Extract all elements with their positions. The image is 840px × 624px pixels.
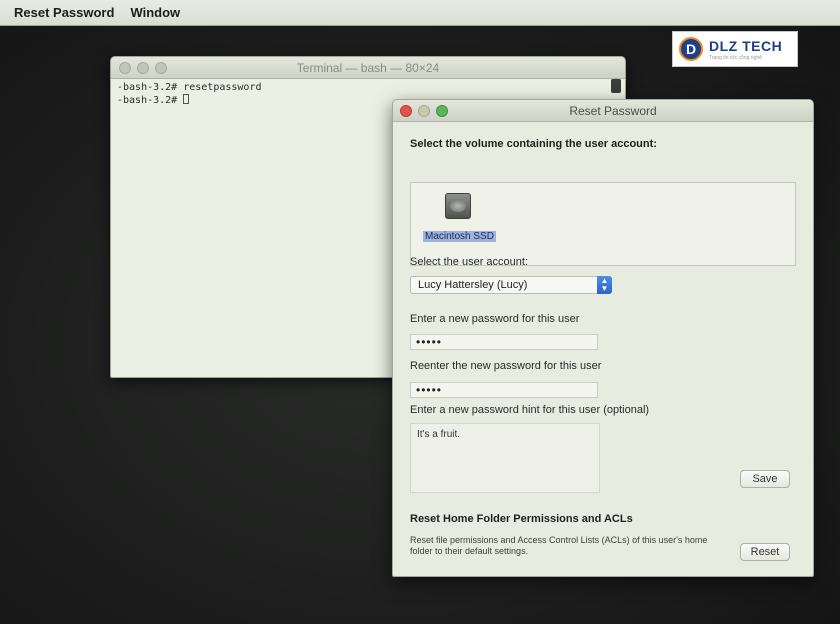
reenter-password-field[interactable]: ••••• <box>410 382 598 398</box>
user-account-label: Select the user account: <box>410 256 529 268</box>
minimize-icon[interactable] <box>418 105 430 117</box>
volume-name[interactable]: Macintosh SSD <box>423 231 496 242</box>
logo-name: DLZ TECH <box>709 37 783 54</box>
hard-drive-icon[interactable] <box>445 193 471 219</box>
reset-button[interactable]: Reset <box>740 543 790 561</box>
zoom-icon[interactable] <box>436 105 448 117</box>
scroll-indicator[interactable] <box>611 79 621 93</box>
window-controls <box>400 105 454 117</box>
cursor-icon <box>183 94 190 104</box>
volume-list[interactable]: Macintosh SSD <box>410 182 796 266</box>
logo-text: DLZ TECH Trang tin tức công nghệ <box>709 38 782 61</box>
logo-mark: D <box>679 37 703 61</box>
reset-password-window[interactable]: Reset Password Select the volume contain… <box>392 99 814 577</box>
terminal-window-controls <box>119 62 173 74</box>
password-hint-field[interactable]: It's a fruit. <box>410 423 600 493</box>
app-menu[interactable]: Reset Password <box>14 5 114 20</box>
terminal-titlebar[interactable]: Terminal — bash — 80×24 <box>111 57 625 79</box>
dlz-tech-logo: D DLZ TECH Trang tin tức công nghệ <box>672 31 798 67</box>
window-title: Reset Password <box>569 103 657 118</box>
reset-password-titlebar[interactable]: Reset Password <box>393 100 813 122</box>
terminal-title: Terminal — bash — 80×24 <box>296 60 440 75</box>
user-account-select[interactable]: Lucy Hattersley (Lucy) ▲ ▼ <box>410 276 612 294</box>
chevron-updown-icon: ▲ ▼ <box>597 276 612 294</box>
logo-tagline: Trang tin tức công nghệ <box>709 54 762 61</box>
reenter-password-label: Reenter the new password for this user <box>410 360 602 372</box>
password-hint-value: It's a fruit. <box>417 429 461 440</box>
new-password-field[interactable]: ••••• <box>410 334 598 350</box>
save-button[interactable]: Save <box>740 470 790 488</box>
new-password-label: Enter a new password for this user <box>410 313 580 325</box>
menu-bar: Reset Password Window <box>0 0 840 26</box>
close-icon[interactable] <box>400 105 412 117</box>
selected-user: Lucy Hattersley (Lucy) <box>418 279 528 291</box>
acl-heading: Reset Home Folder Permissions and ACLs <box>410 513 633 525</box>
close-icon[interactable] <box>119 62 131 74</box>
acl-description: Reset file permissions and Access Contro… <box>410 535 708 556</box>
window-menu[interactable]: Window <box>130 5 180 20</box>
minimize-icon[interactable] <box>137 62 149 74</box>
volume-heading: Select the volume containing the user ac… <box>410 138 657 150</box>
terminal-line: -bash-3.2# resetpassword <box>117 82 262 93</box>
zoom-icon[interactable] <box>155 62 167 74</box>
password-hint-label: Enter a new password hint for this user … <box>410 404 650 416</box>
